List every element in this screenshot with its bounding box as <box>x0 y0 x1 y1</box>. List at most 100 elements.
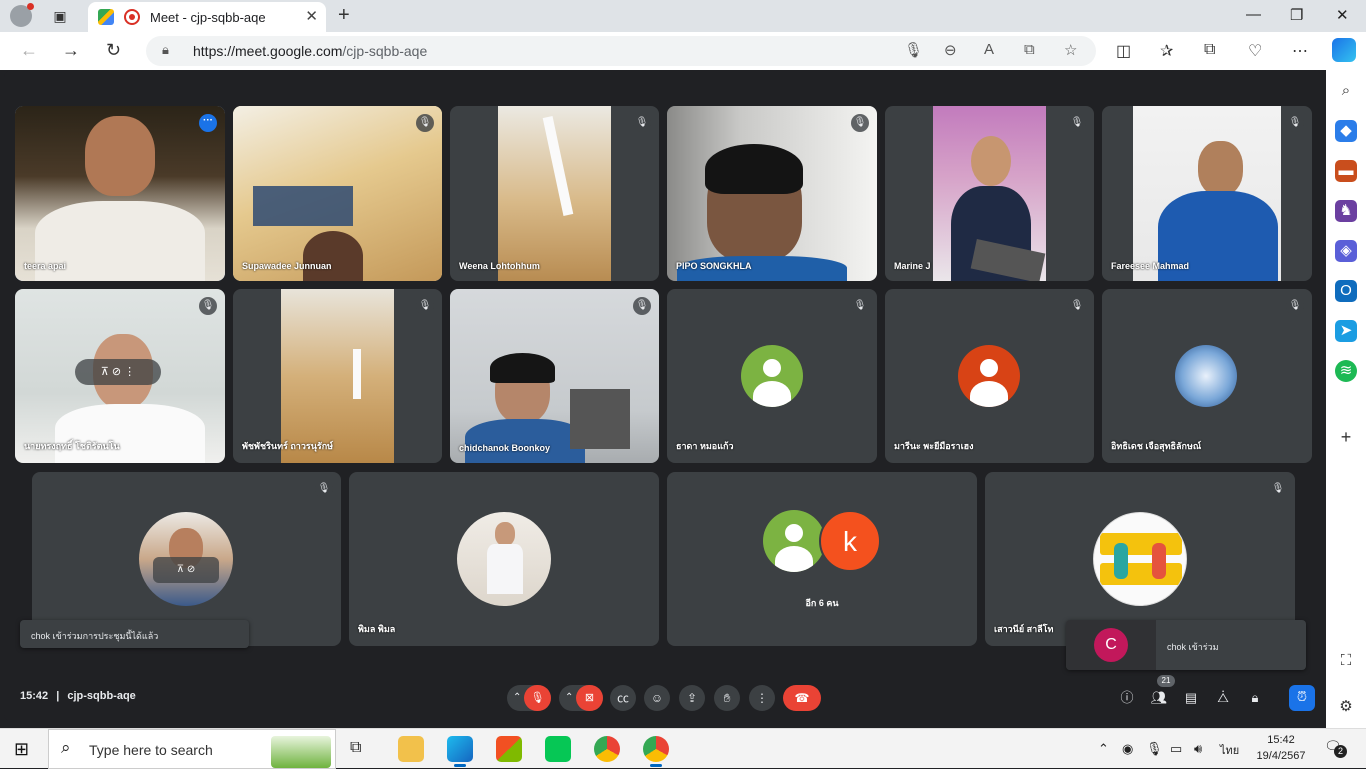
participant-avatar-image <box>1175 345 1237 407</box>
person-hair <box>705 144 803 194</box>
pin-overlay-icon[interactable]: ⊼ ⊘ ⋮ <box>75 359 161 385</box>
ceiling-light <box>542 116 574 216</box>
tray-language[interactable]: ไทย <box>1220 741 1239 759</box>
participant-avatar <box>958 345 1020 407</box>
mic-control[interactable]: ⌃ 🎙︎ <box>507 685 551 711</box>
tab-title: Meet - cjp-sqbb-aqe <box>150 10 266 25</box>
mic-options-chevron-icon[interactable]: ⌃ <box>513 685 521 711</box>
more-options-vertical-icon[interactable]: ⋮ <box>749 685 775 711</box>
back-icon[interactable]: ← <box>20 40 38 61</box>
people-icon[interactable]: 👥︎ <box>1147 686 1171 710</box>
split-screen-icon[interactable]: ◫ <box>1116 41 1131 61</box>
tray-camera-icon[interactable]: ◉ <box>1122 741 1133 757</box>
tray-overflow-icon[interactable]: ⌃ <box>1098 741 1109 757</box>
chrome-profile-icon[interactable] <box>643 736 669 767</box>
host-controls-icon[interactable]: 🔒︎ <box>1243 686 1267 710</box>
participant-tile[interactable]: 🎙︎ พัชพัชรินทร์ ถาวรนุรักษ์ <box>233 289 442 463</box>
tray-volume-icon[interactable]: 🔊︎ <box>1194 741 1202 757</box>
mic-off-button-icon[interactable]: 🎙︎ <box>524 685 551 711</box>
collections-icon[interactable]: ⧉ <box>1204 41 1215 59</box>
store-icon[interactable] <box>496 736 522 762</box>
participant-tile[interactable]: 🎙︎ Marine J <box>885 106 1094 281</box>
zoom-icon[interactable]: ⊖ <box>944 41 957 59</box>
raise-hand-icon[interactable]: ✋︎ <box>714 685 740 711</box>
search-highlight-image <box>271 736 331 768</box>
camera-control[interactable]: ⌃ ⊠ <box>559 685 603 711</box>
taskbar-clock[interactable]: 15:42 19/4/2567 <box>1256 732 1306 764</box>
reactions-emoji-icon[interactable]: ☺ <box>644 685 670 711</box>
sidebar-games-icon[interactable]: ♞ <box>1335 200 1357 222</box>
teamwork-logo-top <box>1100 533 1182 555</box>
camera-off-button-icon[interactable]: ⊠ <box>576 685 603 711</box>
participant-tile[interactable]: ··· teera apai <box>15 106 225 281</box>
captions-button[interactable]: ㏄ <box>610 685 636 711</box>
minimize-icon[interactable]: — <box>1246 6 1261 23</box>
participant-tile[interactable]: 🎙︎ อิทธิเดช เจือสุทธิลักษณ์ <box>1102 289 1312 463</box>
browser-tab-bar: ▣ Meet - cjp-sqbb-aqe ✕ + — ❐ ✕ <box>0 0 1366 32</box>
activities-icon[interactable]: ⧊ <box>1211 686 1235 710</box>
edge-taskbar-icon[interactable] <box>447 736 473 767</box>
maximize-icon[interactable]: ❐ <box>1290 6 1303 24</box>
refresh-icon[interactable]: ↻ <box>106 40 121 61</box>
favorite-star-icon[interactable]: ☆ <box>1064 41 1077 59</box>
line-app-icon[interactable] <box>545 736 571 762</box>
sidebar-tools-icon[interactable]: ▬ <box>1335 160 1357 182</box>
address-bar[interactable]: 🔒︎ https://meet.google.com/cjp-sqbb-aqe … <box>146 36 1096 66</box>
chat-icon[interactable]: ▤ <box>1179 686 1203 710</box>
settings-more-icon[interactable]: ⋯ <box>1292 41 1308 61</box>
lock-icon[interactable]: 🔒︎ <box>162 42 169 58</box>
pin-overlay-icon[interactable]: ⊼ ⊘ <box>153 557 219 583</box>
alarm-clock-icon[interactable]: ⏰︎ <box>1289 685 1315 711</box>
sidebar-shopping-icon[interactable]: ◆ <box>1335 120 1357 142</box>
windows-start-icon[interactable]: ⊞ <box>14 739 29 760</box>
profile-avatar[interactable] <box>10 3 34 27</box>
sidebar-add-icon[interactable]: + <box>1335 426 1357 448</box>
app-available-icon[interactable]: ⧉ <box>1024 41 1035 58</box>
url-text: https://meet.google.com/cjp-sqbb-aqe <box>193 43 427 59</box>
camera-options-chevron-icon[interactable]: ⌃ <box>565 685 573 711</box>
favorites-icon[interactable]: ✰ <box>1160 41 1173 61</box>
tray-network-icon[interactable]: ▭ <box>1170 741 1182 757</box>
avatar-body <box>753 381 791 407</box>
tab-meet[interactable]: Meet - cjp-sqbb-aqe ✕ <box>88 2 326 32</box>
forward-icon[interactable]: → <box>62 40 80 61</box>
sidebar-spotify-icon[interactable]: ≋ <box>1335 360 1357 382</box>
tab-close-icon[interactable]: ✕ <box>305 7 318 25</box>
participant-tile[interactable]: 🎙︎ มารีนะ พะยีมือราเฮง <box>885 289 1094 463</box>
sidebar-search-icon[interactable]: ⌕ <box>1335 80 1357 102</box>
notification-icon[interactable]: 🗨︎ 2 <box>1324 738 1347 758</box>
sidebar-capture-icon[interactable]: ⛶ <box>1335 650 1357 672</box>
tray-mic-icon[interactable]: 🎙︎ <box>1146 741 1163 757</box>
tab-actions-icon[interactable]: ▣ <box>50 6 70 26</box>
others-tile[interactable]: k อีก 6 คน <box>667 472 977 646</box>
meeting-details-icon[interactable]: ⓘ <box>1115 686 1139 710</box>
present-screen-icon[interactable]: ⇪ <box>679 685 705 711</box>
close-window-icon[interactable]: ✕ <box>1336 6 1349 24</box>
person-face <box>1198 141 1243 196</box>
microphone-icon[interactable]: 🎙︎ <box>904 41 923 59</box>
sidebar-outlook-icon[interactable]: O <box>1335 280 1357 302</box>
participant-tile[interactable]: 🎙︎ Supawadee Junnuan <box>233 106 442 281</box>
participant-tile[interactable]: พิมล พิมล <box>349 472 659 646</box>
chrome-icon[interactable] <box>594 736 620 762</box>
taskbar-search-icon: ⌕ <box>61 738 71 757</box>
meeting-time: 15:42 <box>20 690 49 702</box>
taskbar-search-box[interactable]: ⌕ Type here to search <box>48 729 336 769</box>
participant-tile[interactable]: 🎙︎ ธาดา หมอแก้ว <box>667 289 877 463</box>
leave-call-icon[interactable]: ☎︎ <box>783 685 821 711</box>
copilot-icon[interactable] <box>1332 38 1356 62</box>
sidebar-settings-icon[interactable]: ⚙ <box>1335 696 1357 718</box>
task-view-icon[interactable]: ⧉ <box>350 739 361 757</box>
sidebar-telegram-icon[interactable]: ➤ <box>1335 320 1357 342</box>
new-tab-icon[interactable]: + <box>338 4 350 27</box>
file-explorer-icon[interactable] <box>398 736 424 762</box>
participant-tile[interactable]: 🎙︎ Fareesee Mahmad <box>1102 106 1312 281</box>
sidebar-m365-icon[interactable]: ◈ <box>1335 240 1357 262</box>
participant-tile[interactable]: 🎙︎ PIPO SONGKHLA <box>667 106 877 281</box>
participant-tile[interactable]: 🎙︎ chidchanok Boonkoy <box>450 289 659 463</box>
browser-essentials-icon[interactable]: ♡ <box>1248 41 1262 61</box>
participant-tile[interactable]: 🎙︎ Weena Lohtohhum <box>450 106 659 281</box>
participant-tile[interactable]: ⊼ ⊘ ⋮ 🎙︎ นายทรงฤทธิ์ โชติรัตนโน <box>15 289 225 463</box>
more-options-icon[interactable]: ··· <box>199 114 217 132</box>
read-aloud-icon[interactable]: A <box>984 41 994 58</box>
